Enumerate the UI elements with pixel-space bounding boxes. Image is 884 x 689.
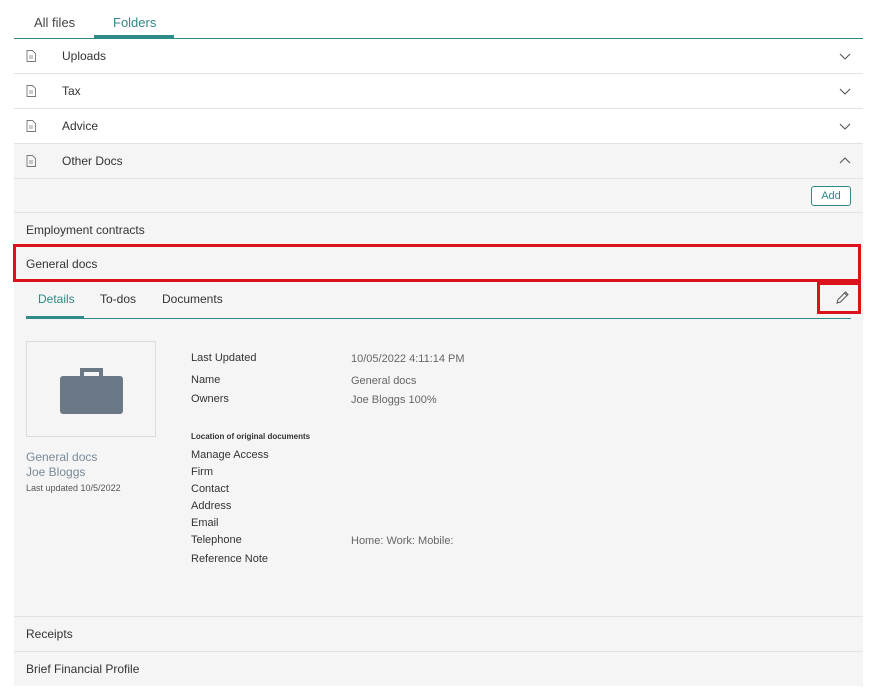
chevron-down-icon[interactable] [839, 121, 851, 131]
reference-note-label: Reference Note [191, 553, 269, 565]
subfolder-brief-financial-profile[interactable]: Brief Financial Profile [14, 651, 863, 685]
folder-label: Tax [62, 84, 81, 98]
card-owner: Joe Bloggs [26, 465, 86, 479]
subfolder-label: General docs [26, 257, 98, 271]
name-value: General docs [351, 375, 417, 387]
active-tab-indicator [26, 316, 84, 319]
email-label: Email [191, 517, 219, 529]
last-updated-value: 10/05/2022 4:11:14 PM [351, 353, 465, 365]
chevron-down-icon[interactable] [839, 86, 851, 96]
tab-documents[interactable]: Documents [162, 292, 223, 306]
location-heading: Location of original documents [191, 432, 311, 441]
firm-label: Firm [191, 466, 213, 478]
folder-row-other-docs[interactable]: Other Docs [14, 144, 863, 179]
telephone-value: Home: Work: Mobile: [351, 535, 454, 547]
chevron-up-icon[interactable] [839, 156, 851, 166]
folder-row-tax[interactable]: Tax [14, 74, 863, 109]
owners-value: Joe Bloggs 100% [351, 394, 437, 406]
card-last-updated: Last updated 10/5/2022 [26, 483, 121, 493]
document-icon [26, 120, 36, 132]
briefcase-icon [60, 368, 123, 414]
folder-label: Uploads [62, 49, 107, 63]
subfolder-label: Receipts [26, 627, 73, 641]
add-button[interactable]: Add [811, 186, 851, 206]
document-icon [26, 50, 36, 62]
folder-row-advice[interactable]: Advice [14, 109, 863, 144]
manage-access-label: Manage Access [191, 449, 269, 461]
owners-label: Owners [191, 393, 229, 405]
subfolder-general-docs[interactable]: General docs [14, 246, 863, 280]
name-label: Name [191, 374, 221, 386]
tab-folders[interactable]: Folders [113, 15, 156, 30]
subfolder-label: Employment contracts [26, 223, 145, 237]
document-icon [26, 155, 36, 167]
other-docs-panel: Add Employment contracts General docs De… [14, 179, 863, 686]
folder-label: Advice [62, 119, 99, 133]
active-tab-indicator [94, 35, 174, 38]
subfolder-employment-contracts[interactable]: Employment contracts [14, 212, 863, 246]
folder-row-uploads[interactable]: Uploads [14, 39, 863, 74]
document-icon [26, 85, 36, 97]
card-title: General docs [26, 450, 98, 464]
chevron-down-icon[interactable] [839, 51, 851, 61]
subfolder-receipts[interactable]: Receipts [14, 616, 863, 650]
contact-label: Contact [191, 483, 229, 495]
tab-to-dos[interactable]: To-dos [100, 292, 136, 306]
tab-details[interactable]: Details [38, 292, 75, 306]
detail-tab-bar: Details To-dos Documents [26, 280, 851, 319]
top-tab-bar: All files Folders [14, 0, 863, 39]
last-updated-label: Last Updated [191, 352, 257, 364]
telephone-label: Telephone [191, 534, 242, 546]
address-label: Address [191, 500, 232, 512]
folder-label: Other Docs [62, 154, 123, 168]
subfolder-label: Brief Financial Profile [26, 662, 140, 676]
folder-thumbnail [26, 341, 156, 437]
tab-all-files[interactable]: All files [34, 15, 75, 30]
pencil-icon[interactable] [834, 290, 850, 306]
